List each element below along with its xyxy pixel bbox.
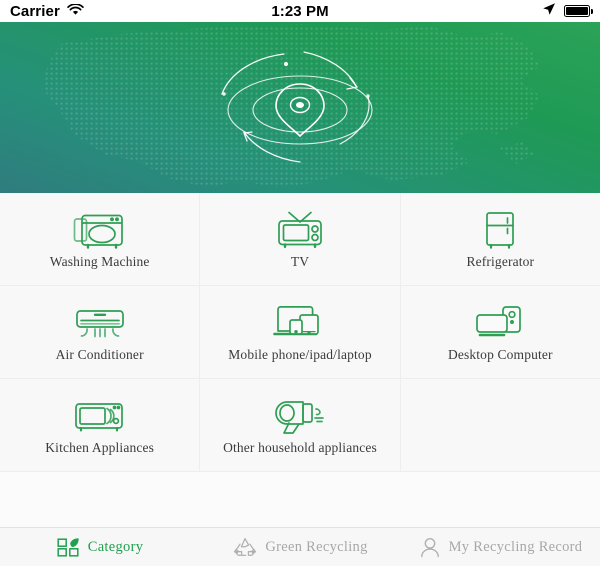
category-cell-refrigerator[interactable]: Refrigerator bbox=[400, 193, 600, 285]
category-label: Other household appliances bbox=[223, 440, 377, 456]
tab-label: Green Recycling bbox=[265, 538, 368, 555]
wifi-icon bbox=[67, 2, 84, 20]
category-cell-other-household-appliances[interactable]: Other household appliances bbox=[200, 379, 400, 471]
status-bar-right bbox=[329, 2, 594, 20]
tv-icon bbox=[271, 210, 329, 252]
category-label: Mobile phone/ipad/laptop bbox=[228, 347, 372, 363]
category-cell-mobile-tablet-laptop[interactable]: Mobile phone/ipad/laptop bbox=[200, 286, 400, 378]
category-label: Air Conditioner bbox=[55, 347, 144, 363]
tab-my-recycling-record[interactable]: My Recycling Record bbox=[400, 528, 600, 566]
category-cell-washing-machine[interactable]: Washing Machine bbox=[0, 193, 200, 285]
mobile-tablet-laptop-icon bbox=[268, 303, 332, 345]
carrier-label: Carrier bbox=[10, 2, 60, 20]
category-cell-tv[interactable]: TV bbox=[200, 193, 400, 285]
category-label: TV bbox=[290, 254, 310, 270]
category-label: Refrigerator bbox=[466, 254, 535, 270]
category-cell-desktop-computer[interactable]: Desktop Computer bbox=[400, 286, 600, 378]
category-cell-kitchen-appliances[interactable]: Kitchen Appliances bbox=[0, 379, 200, 471]
user-icon bbox=[418, 536, 442, 558]
washing-machine-icon bbox=[70, 210, 130, 252]
bottom-tab-bar: Category Green Recycling My Recycling Re… bbox=[0, 527, 600, 566]
location-arrow-icon bbox=[542, 2, 556, 20]
location-pin-radar-icon bbox=[221, 50, 373, 163]
battery-full-icon bbox=[564, 5, 594, 17]
category-label: Kitchen Appliances bbox=[45, 440, 155, 456]
category-grid-area: Washing Machine TV Refrigerator Air Cond… bbox=[0, 193, 600, 527]
tab-category[interactable]: Category bbox=[0, 528, 200, 566]
category-cell-empty bbox=[400, 379, 600, 471]
category-label: Desktop Computer bbox=[447, 347, 553, 363]
category-label: Washing Machine bbox=[49, 254, 150, 270]
clock-label: 1:23 PM bbox=[271, 2, 329, 20]
category-cell-air-conditioner[interactable]: Air Conditioner bbox=[0, 286, 200, 378]
tab-green-recycling[interactable]: Green Recycling bbox=[200, 528, 400, 566]
desktop-computer-icon bbox=[469, 303, 531, 345]
category-grid-icon bbox=[57, 537, 81, 558]
refrigerator-icon bbox=[478, 210, 522, 252]
microwave-icon bbox=[69, 396, 131, 438]
hero-banner bbox=[0, 22, 600, 193]
status-bar: Carrier 1:23 PM bbox=[0, 0, 600, 22]
category-grid: Washing Machine TV Refrigerator Air Cond… bbox=[0, 193, 600, 472]
status-bar-left: Carrier bbox=[10, 3, 271, 20]
app-screen: Carrier 1:23 PM Washing Machine TV Refri… bbox=[0, 0, 600, 566]
hero-artwork bbox=[0, 22, 600, 193]
recycle-icon bbox=[232, 536, 258, 558]
hair-dryer-icon bbox=[267, 396, 333, 438]
air-conditioner-icon bbox=[70, 303, 130, 345]
tab-label: Category bbox=[87, 538, 144, 555]
tab-label: My Recycling Record bbox=[448, 538, 583, 555]
